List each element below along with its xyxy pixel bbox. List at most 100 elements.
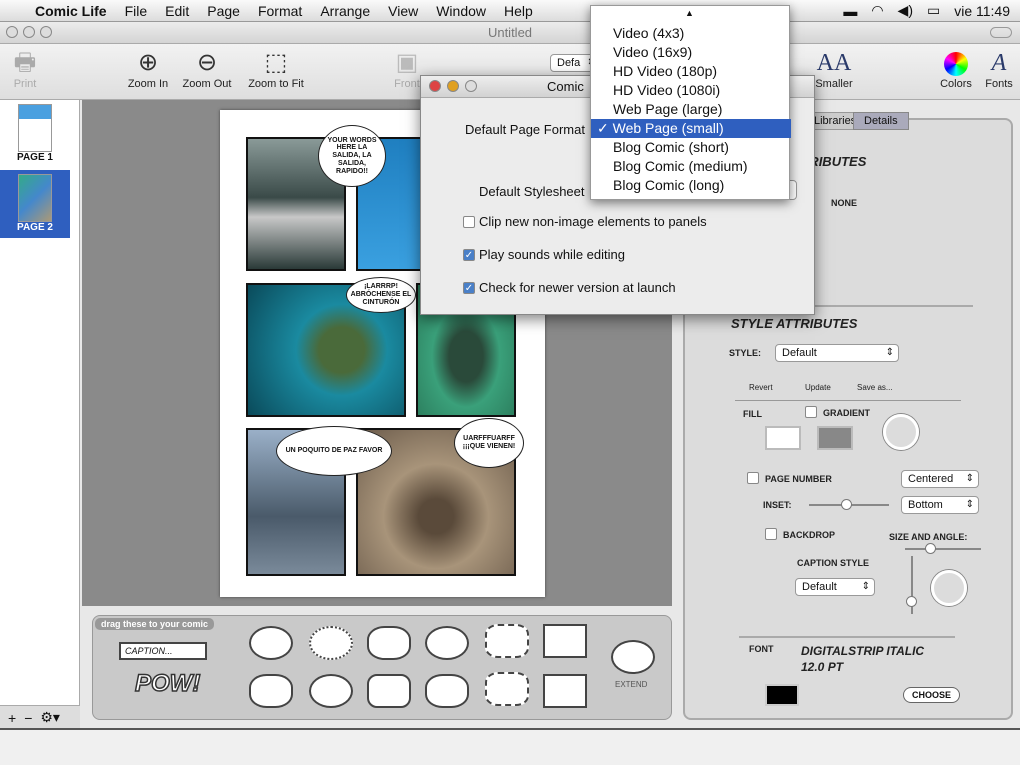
toolbar-toggle-button[interactable] bbox=[990, 27, 1012, 38]
sidebar-bottom-bar: + − ⚙▾ bbox=[0, 705, 80, 729]
menu-format[interactable]: Format bbox=[249, 3, 311, 19]
menu-edit[interactable]: Edit bbox=[156, 3, 198, 19]
page-number-horizontal-select[interactable]: Centered bbox=[901, 470, 979, 488]
menu-app[interactable]: Comic Life bbox=[26, 3, 116, 19]
wifi-icon[interactable]: ◠ bbox=[871, 2, 883, 19]
gear-icon[interactable]: ⚙▾ bbox=[40, 709, 60, 726]
menu-item-hd-1080i[interactable]: HD Video (1080i) bbox=[591, 81, 791, 100]
size-slider[interactable] bbox=[905, 543, 981, 554]
menu-help[interactable]: Help bbox=[495, 3, 542, 19]
colors-button[interactable]: Colors bbox=[936, 48, 976, 90]
menu-item-video-4x3[interactable]: Video (4x3) bbox=[591, 24, 791, 43]
scroll-up-arrow-icon[interactable]: ▲ bbox=[685, 8, 694, 18]
menu-arrange[interactable]: Arrange bbox=[311, 3, 379, 19]
inset-slider[interactable] bbox=[809, 499, 889, 510]
caption-style-select[interactable]: Default bbox=[795, 578, 875, 596]
cloud-bubble-element[interactable] bbox=[425, 674, 469, 708]
menu-item-hd-180p[interactable]: HD Video (180p) bbox=[591, 62, 791, 81]
front-button[interactable]: ▣ Front bbox=[392, 48, 422, 90]
backdrop-checkbox[interactable] bbox=[765, 528, 777, 540]
fonts-button[interactable]: A Fonts bbox=[982, 48, 1016, 90]
choose-font-button[interactable]: CHOOSE bbox=[903, 687, 961, 703]
zoom-in-button[interactable]: ⊕ Zoom In bbox=[124, 48, 172, 90]
thought-bubble-element[interactable] bbox=[367, 626, 411, 660]
clip-checkbox[interactable] bbox=[463, 216, 475, 228]
font-color-well[interactable] bbox=[765, 684, 799, 706]
remove-page-button[interactable]: − bbox=[24, 710, 32, 726]
thought-bubble-element[interactable] bbox=[249, 674, 293, 708]
update-check-checkbox[interactable]: ✓ bbox=[463, 282, 475, 294]
speech-bubble-element[interactable] bbox=[309, 674, 353, 708]
minimize-button[interactable] bbox=[23, 26, 35, 38]
speech-bubble-element[interactable] bbox=[249, 626, 293, 660]
page-number-vertical-select[interactable]: Bottom bbox=[901, 496, 979, 514]
font-size: 12.0 PT bbox=[801, 660, 844, 674]
save-as-button[interactable]: Save as... bbox=[857, 383, 893, 392]
colors-label: Colors bbox=[940, 78, 972, 90]
page-thumb-2[interactable]: PAGE 2 bbox=[0, 170, 70, 238]
shout-bubble-element[interactable] bbox=[485, 624, 529, 658]
volume-icon[interactable]: ◀) bbox=[898, 2, 913, 19]
checkmark-icon: ✓ bbox=[597, 120, 613, 136]
display-icon[interactable]: ▬ bbox=[843, 3, 857, 19]
gradient-checkbox[interactable] bbox=[805, 406, 817, 418]
rounded-bubble-element[interactable] bbox=[367, 674, 411, 708]
menu-item-web-small[interactable]: ✓ Web Page (small) bbox=[591, 119, 791, 138]
close-button[interactable] bbox=[6, 26, 18, 38]
window-footer bbox=[0, 728, 1020, 765]
speech-bubble-element[interactable] bbox=[425, 626, 469, 660]
box-bubble-element[interactable] bbox=[543, 624, 587, 658]
menu-item-video-16x9[interactable]: Video (16x9) bbox=[591, 43, 791, 62]
fill-color-well[interactable] bbox=[765, 426, 801, 450]
menu-view[interactable]: View bbox=[379, 3, 427, 19]
page-thumb-1[interactable]: PAGE 1 bbox=[0, 104, 70, 163]
vertical-slider[interactable] bbox=[906, 556, 917, 614]
dialog-zoom-button[interactable] bbox=[465, 80, 477, 92]
menu-window[interactable]: Window bbox=[427, 3, 495, 19]
caption-style-label: CAPTION STYLE bbox=[797, 558, 870, 568]
print-button[interactable]: 🖶 Print bbox=[8, 48, 42, 90]
add-page-button[interactable]: + bbox=[8, 710, 16, 726]
dialog-minimize-button[interactable] bbox=[447, 80, 459, 92]
revert-button[interactable]: Revert bbox=[749, 383, 773, 392]
zoom-to-fit-button[interactable]: ⬚ Zoom to Fit bbox=[244, 48, 308, 90]
menu-item-web-large[interactable]: Web Page (large) bbox=[591, 100, 791, 119]
smaller-button[interactable]: AA Smaller bbox=[812, 48, 856, 90]
menu-item-blog-long[interactable]: Blog Comic (long) bbox=[591, 176, 791, 195]
fonts-icon: A bbox=[991, 50, 1007, 76]
zoom-button[interactable] bbox=[40, 26, 52, 38]
window-title: Untitled bbox=[487, 25, 533, 40]
speech-bubble[interactable]: YOUR WORDS HERE LA SALIDA, LA SALIDA, RA… bbox=[318, 125, 386, 187]
update-button[interactable]: Update bbox=[805, 383, 831, 392]
gradient-angle-dial[interactable] bbox=[883, 414, 919, 450]
stylesheet-label: Default Stylesheet bbox=[479, 184, 585, 199]
menu-page[interactable]: Page bbox=[198, 3, 249, 19]
extend-bubble-element[interactable] bbox=[611, 640, 655, 674]
pow-lettering[interactable]: POW! bbox=[134, 669, 201, 698]
sounds-checkbox[interactable]: ✓ bbox=[463, 249, 475, 261]
zoom-out-label: Zoom Out bbox=[182, 78, 232, 90]
menu-file[interactable]: File bbox=[116, 3, 157, 19]
backdrop-label: BACKDROP bbox=[783, 530, 836, 540]
style-select[interactable]: Default bbox=[775, 344, 899, 362]
tab-details[interactable]: Details bbox=[853, 112, 909, 130]
extend-label: EXTEND bbox=[615, 680, 648, 689]
menu-item-blog-medium[interactable]: Blog Comic (medium) bbox=[591, 157, 791, 176]
whisper-bubble-element[interactable] bbox=[309, 626, 353, 660]
clock[interactable]: vie 11:49 bbox=[954, 3, 1010, 19]
zoom-out-icon: ⊖ bbox=[196, 49, 218, 76]
caption-element[interactable]: CAPTION... bbox=[119, 642, 207, 660]
shout-bubble-element[interactable] bbox=[485, 672, 529, 706]
speech-bubble[interactable]: ¡LARRRP! ABRÓCHENSE EL CINTURÓN bbox=[346, 277, 416, 313]
dialog-close-button[interactable] bbox=[429, 80, 441, 92]
page-number-checkbox[interactable] bbox=[747, 472, 759, 484]
speech-bubble[interactable]: UN POQUITO DE PAZ FAVOR bbox=[276, 426, 392, 476]
gradient-color-well[interactable] bbox=[817, 426, 853, 450]
menu-item-blog-short[interactable]: Blog Comic (short) bbox=[591, 138, 791, 157]
font-label: FONT bbox=[749, 644, 774, 654]
zoom-out-button[interactable]: ⊖ Zoom Out bbox=[180, 48, 234, 90]
speech-bubble[interactable]: UARFFFUARFF ¡¡¡QUE VIENEN! bbox=[454, 418, 524, 468]
angle-dial[interactable] bbox=[931, 570, 967, 606]
battery-icon[interactable]: ▭ bbox=[927, 2, 940, 19]
box-bubble-element[interactable] bbox=[543, 674, 587, 708]
